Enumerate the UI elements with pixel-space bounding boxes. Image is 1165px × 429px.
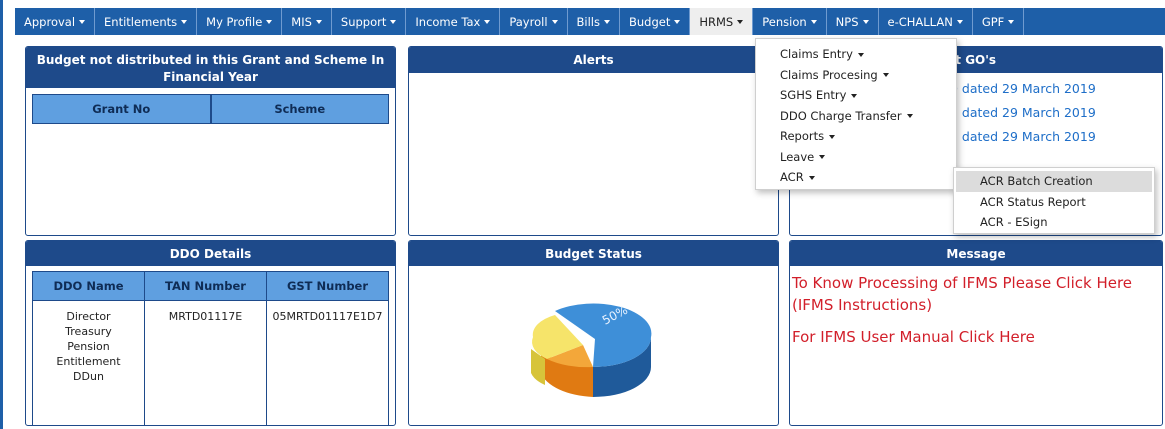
caret-down-icon (79, 19, 86, 24)
nav-mis[interactable]: MIS (282, 8, 332, 35)
menu-item-acr[interactable]: ACR (756, 167, 956, 188)
caret-down-icon (819, 155, 826, 159)
panel-title: Budget Status (409, 241, 778, 266)
column-header-tan-number[interactable]: TAN Number (144, 271, 267, 301)
menu-item-leave[interactable]: Leave (756, 147, 956, 168)
panel-title: Alerts (409, 47, 778, 73)
budget-grid-header: Grant No Scheme (32, 94, 389, 124)
ddo-details-panel: DDO Details DDO Name TAN Number GST Numb… (25, 240, 396, 426)
menu-item-label: Reports (780, 129, 825, 143)
nav-label: Bills (576, 14, 600, 29)
menu-item-label: ACR (780, 170, 804, 184)
caret-down-icon (857, 52, 864, 57)
column-header-scheme[interactable]: Scheme (212, 95, 389, 123)
ifms-user-manual-link[interactable]: For IFMS User Manual Click Here (792, 326, 1154, 348)
nav-pension[interactable]: Pension (753, 8, 827, 35)
nav-support[interactable]: Support (332, 8, 407, 35)
caret-down-icon (1008, 19, 1015, 24)
menu-item-label: Claims Procesing (780, 67, 878, 82)
nav-income-tax[interactable]: Income Tax (406, 8, 501, 35)
nav-entitlements[interactable]: Entitlements (95, 8, 198, 35)
caret-down-icon (906, 114, 913, 118)
ddo-table: DDO Name TAN Number GST Number Director … (32, 271, 389, 425)
nav-label: MIS (291, 14, 312, 29)
panel-title: DDO Details (26, 241, 395, 266)
nav-approval[interactable]: Approval (15, 8, 96, 35)
cell-tan-number: MRTD01117E (144, 300, 267, 425)
menu-item-ddo-charge-transfer[interactable]: DDO Charge Transfer (756, 106, 956, 127)
main-navbar: Approval Entitlements My Profile MIS Sup… (15, 8, 1165, 35)
cell-ddo-name: Director Treasury Pension Entitlement DD… (32, 300, 145, 425)
nav-hrms[interactable]: HRMS (690, 8, 754, 35)
nav-nps[interactable]: NPS (827, 8, 879, 35)
budget-not-distributed-panel: Budget not distributed in this Grant and… (25, 46, 396, 236)
nav-label: NPS (835, 14, 859, 29)
table-row: Director Treasury Pension Entitlement DD… (32, 300, 389, 425)
nav-label: HRMS (699, 14, 734, 29)
panel-title: Budget not distributed in this Grant and… (26, 47, 395, 88)
nav-label: GPF (981, 14, 1005, 29)
caret-down-icon (315, 19, 322, 24)
nav-label: Approval (24, 14, 76, 29)
nav-label: Budget (629, 14, 671, 29)
menu-item-acr-esign[interactable]: ACR - ESign (954, 212, 1154, 233)
nav-label: Income Tax (415, 14, 481, 29)
caret-down-icon (266, 19, 273, 24)
message-panel: Message To Know Processing of IFMS Pleas… (789, 240, 1163, 426)
nav-label: Payroll (509, 14, 548, 29)
caret-down-icon (737, 19, 744, 24)
menu-item-acr-batch-creation[interactable]: ACR Batch Creation (956, 171, 1152, 192)
acr-submenu: ACR Batch Creation ACR Status Report ACR… (953, 167, 1155, 234)
go-link[interactable]: 1 dated 29 March 2019 (950, 101, 1162, 125)
ifms-instructions-link[interactable]: To Know Processing of IFMS Please Click … (792, 272, 1154, 316)
menu-item-reports[interactable]: Reports (756, 126, 956, 147)
ddo-name-text: Director Treasury Pension Entitlement DD… (56, 310, 121, 383)
budget-pie-chart: 50% (531, 303, 652, 397)
caret-down-icon (851, 93, 858, 98)
caret-down-icon (862, 19, 869, 24)
panel-title: Message (790, 241, 1162, 266)
column-header-ddo-name[interactable]: DDO Name (32, 271, 145, 301)
menu-item-label: Leave (780, 149, 815, 164)
caret-down-icon (808, 175, 815, 180)
menu-item-acr-status-report[interactable]: ACR Status Report (954, 192, 1154, 213)
message-body: To Know Processing of IFMS Please Click … (790, 266, 1162, 348)
menu-item-claims-procesing[interactable]: Claims Procesing (756, 65, 956, 86)
nav-gpf[interactable]: GPF (973, 8, 1025, 35)
nav-label: My Profile (206, 14, 263, 29)
caret-down-icon (551, 19, 558, 24)
menu-item-claims-entry[interactable]: Claims Entry (756, 44, 956, 65)
caret-down-icon (829, 134, 836, 139)
column-header-grant-no[interactable]: Grant No (33, 95, 212, 123)
menu-item-label: Claims Entry (780, 47, 853, 61)
hrms-dropdown-menu: Claims Entry Claims Procesing SGHS Entry… (755, 38, 957, 190)
nav-label: Support (340, 14, 387, 29)
nav-budget[interactable]: Budget (620, 8, 691, 35)
nav-bills[interactable]: Bills (568, 8, 620, 35)
menu-item-sghs-entry[interactable]: SGHS Entry (756, 85, 956, 106)
nav-my-profile[interactable]: My Profile (197, 8, 283, 35)
caret-down-icon (181, 19, 188, 24)
nav-label: e-CHALLAN (887, 14, 953, 29)
go-link[interactable]: 0 dated 29 March 2019 (950, 77, 1162, 101)
caret-down-icon (484, 19, 491, 24)
caret-down-icon (956, 19, 963, 24)
menu-item-label: DDO Charge Transfer (780, 108, 902, 123)
page: Approval Entitlements My Profile MIS Sup… (0, 0, 1165, 429)
cell-gst-number: 05MRTD01117E1D7 (266, 300, 389, 425)
caret-down-icon (604, 19, 610, 24)
menu-item-label: SGHS Entry (780, 88, 847, 102)
budget-status-panel: Budget Status 50% (408, 240, 779, 426)
nav-label: Pension (762, 14, 807, 29)
alerts-panel: Alerts (408, 46, 779, 236)
caret-down-icon (882, 73, 889, 77)
nav-payroll[interactable]: Payroll (500, 8, 568, 35)
caret-down-icon (390, 19, 397, 24)
caret-down-icon (674, 19, 681, 24)
nav-label: Entitlements (104, 14, 178, 29)
column-header-gst-number[interactable]: GST Number (266, 271, 389, 301)
nav-e-challan[interactable]: e-CHALLAN (879, 8, 973, 35)
go-link[interactable]: 2 dated 29 March 2019 (950, 125, 1162, 149)
caret-down-icon (810, 19, 817, 24)
